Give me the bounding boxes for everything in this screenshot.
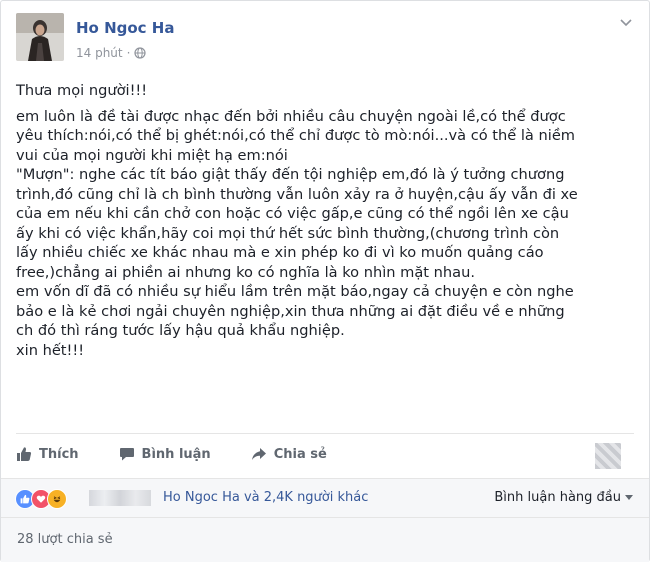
dropdown-caret-icon xyxy=(625,494,633,500)
post-header: Ho Ngoc Ha 14 phút · xyxy=(16,13,636,65)
shares-count[interactable]: 28 lượt chia sẻ xyxy=(17,532,113,547)
post-line: vui của mọi người khi miệt hạ em:nói xyxy=(16,146,288,164)
post-line: trình,đó cũng chỉ là ch bình thường vẫn … xyxy=(16,185,578,203)
share-arrow-icon xyxy=(251,448,266,460)
author-name[interactable]: Ho Ngoc Ha xyxy=(76,19,174,37)
blurred-names xyxy=(89,490,151,506)
divider xyxy=(16,433,634,434)
post-time[interactable]: 14 phút xyxy=(76,46,123,60)
post-meta: 14 phút · xyxy=(76,46,147,60)
share-label: Chia sẻ xyxy=(273,446,327,462)
post-line: bảo e là kẻ chơi ngải chuyên nghiệp,xin … xyxy=(16,302,565,320)
like-label: Thích xyxy=(39,446,79,462)
post-line: của em nếu khi cần chở con hoặc có việc … xyxy=(16,205,569,222)
comment-label: Bình luận xyxy=(141,446,211,462)
post-line: lấy nhiều chiếc xe khác nhau mà e xin ph… xyxy=(16,244,544,261)
globe-icon[interactable] xyxy=(134,47,147,59)
post-options-chevron-icon[interactable] xyxy=(618,15,634,31)
post-line: em vốn dĩ đã có nhiều sự hiểu lầm trên m… xyxy=(16,283,574,300)
share-button[interactable]: Chia sẻ xyxy=(251,446,327,462)
reactions-bar: Ho Ngoc Ha và 2,4K người khác Bình luận … xyxy=(1,478,649,517)
thumbs-up-icon xyxy=(17,447,32,461)
comment-button[interactable]: Bình luận xyxy=(119,446,211,462)
shares-bar: 28 lượt chia sẻ xyxy=(1,517,649,562)
post-line: "Mượn": nghe các tít báo giật thấy đến t… xyxy=(16,166,565,183)
post-line: Thưa mọi người!!! xyxy=(16,82,148,99)
haha-icon xyxy=(47,489,67,509)
post-line: ch đó thì ráng tước lấy hậu quả khẩu ngh… xyxy=(16,322,345,339)
reactions-summary[interactable]: Ho Ngoc Ha và 2,4K người khác xyxy=(163,490,368,505)
post-body: Thưa mọi người!!! em luôn là đề tài được… xyxy=(16,81,631,360)
reaction-icons[interactable] xyxy=(15,489,67,509)
post-card: Ho Ngoc Ha 14 phút · Thưa mọi người!!! e… xyxy=(0,0,650,562)
avatar-photo xyxy=(16,13,64,61)
post-line: ấy khi có việc khẩn,hãy coi mọi thứ hết … xyxy=(16,224,560,242)
author-avatar[interactable] xyxy=(16,13,64,61)
post-actions: Thích Bình luận Chia sẻ xyxy=(16,437,636,471)
meta-separator: · xyxy=(126,46,131,60)
post-line: em luôn là đề tài được nhạc đến bởi nhiề… xyxy=(16,107,566,125)
post-line: free,)chẳng ai phiền ai nhưng ko có nghĩ… xyxy=(16,263,475,281)
comment-icon xyxy=(119,448,134,461)
like-button[interactable]: Thích xyxy=(16,446,79,462)
post-line: xin hết!!! xyxy=(16,341,85,359)
comments-filter-dropdown[interactable]: Bình luận hàng đầu xyxy=(494,490,633,505)
post-line: yêu thích:nói,có thể bị ghét:nói,có thể … xyxy=(16,127,576,144)
comments-filter-label: Bình luận hàng đầu xyxy=(494,490,621,505)
commenter-avatar[interactable] xyxy=(595,443,621,469)
